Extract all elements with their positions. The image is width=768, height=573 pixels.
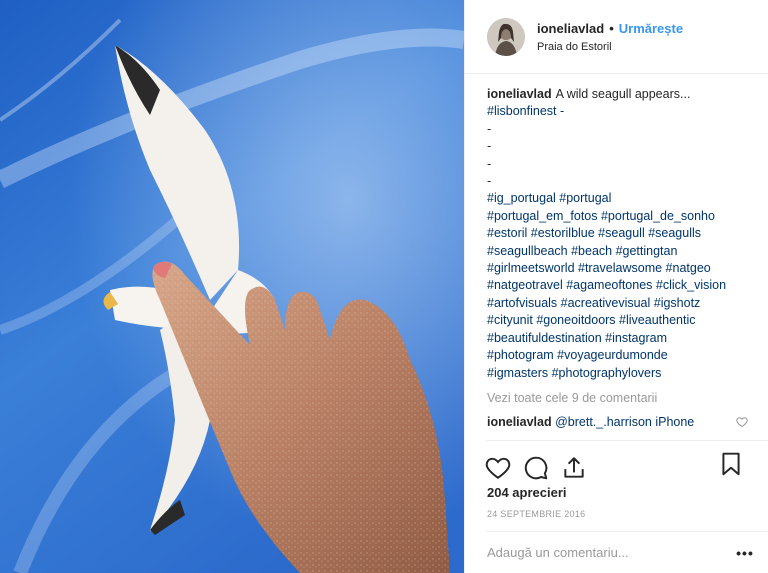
- caption-text: A wild seagull appears...: [555, 87, 691, 101]
- caption-line: #portugal_em_fotos #portugal_de_sonho: [487, 208, 715, 223]
- more-options-button[interactable]: •••: [732, 545, 758, 561]
- location-link[interactable]: Praia do Estoril: [537, 41, 683, 53]
- caption-line: #artofvisuals #acreativevisual #igshotz: [487, 295, 701, 310]
- caption-line: #girlmeetsworld #travelawsome #natgeo: [487, 261, 711, 276]
- caption-line: -: [487, 139, 492, 154]
- caption-line: #natgeotravel #agameoftones #click_visio…: [487, 278, 727, 293]
- comment-text: @brett._.harrison iPhone: [555, 414, 695, 429]
- header-username[interactable]: ioneliavlad: [537, 21, 604, 36]
- caption-username[interactable]: ioneliavlad: [487, 87, 552, 101]
- heart-icon[interactable]: [485, 455, 511, 481]
- small-heart-icon[interactable]: [736, 416, 748, 428]
- instagram-post: ioneliavlad • Urmărește Praia do Estoril…: [0, 0, 768, 573]
- action-bar: [485, 440, 768, 484]
- bookmark-icon[interactable]: [718, 451, 744, 477]
- caption-line: #igmasters #photographylovers: [487, 365, 662, 380]
- comment-row: ioneliavlad @brett._.harrison iPhone: [487, 415, 748, 429]
- caption-line: #cityunit #goneoitdoors #liveauthentic: [487, 313, 696, 328]
- comment-username[interactable]: ioneliavlad: [487, 415, 552, 429]
- likes-count[interactable]: 204 aprecieri: [487, 485, 567, 500]
- view-all-comments-link[interactable]: Vezi toate cele 9 de comentarii: [487, 391, 748, 405]
- post-photo[interactable]: [0, 0, 464, 573]
- caption-line: #beautifuldestination #instagram: [487, 330, 667, 345]
- caption-line: #lisbonfinest -: [487, 104, 565, 119]
- caption-line: #photogram #voyageurdumonde: [487, 348, 668, 363]
- seagull-photo: [0, 0, 464, 573]
- avatar[interactable]: [487, 17, 525, 56]
- share-icon[interactable]: [561, 455, 587, 481]
- post-sidebar: ioneliavlad • Urmărește Praia do Estoril…: [464, 0, 768, 573]
- post-header: ioneliavlad • Urmărește Praia do Estoril: [465, 0, 768, 74]
- caption-line: #seagullbeach #beach #gettingtan: [487, 243, 678, 258]
- add-comment-input[interactable]: [487, 545, 732, 560]
- post-date[interactable]: 24 SEPTEMBRIE 2016: [487, 509, 585, 519]
- follow-button[interactable]: Urmărește: [619, 21, 683, 36]
- caption-line: #estoril #estorilblue #seagull #seagulls: [487, 226, 702, 241]
- add-comment-bar: •••: [485, 531, 768, 573]
- comment-icon[interactable]: [523, 455, 549, 481]
- caption-line: -: [487, 156, 492, 171]
- caption-hashtags: #lisbonfinest - - - - - #ig_portugal #portuga…: [487, 103, 748, 382]
- caption-line: -: [487, 121, 492, 136]
- caption-line: #ig_portugal #portugal: [487, 191, 612, 206]
- caption-line: -: [487, 174, 492, 189]
- header-separator: •: [609, 20, 614, 36]
- caption: ioneliavlad A wild seagull appears... #li…: [487, 86, 748, 382]
- comments-area: ioneliavlad A wild seagull appears... #li…: [487, 86, 748, 429]
